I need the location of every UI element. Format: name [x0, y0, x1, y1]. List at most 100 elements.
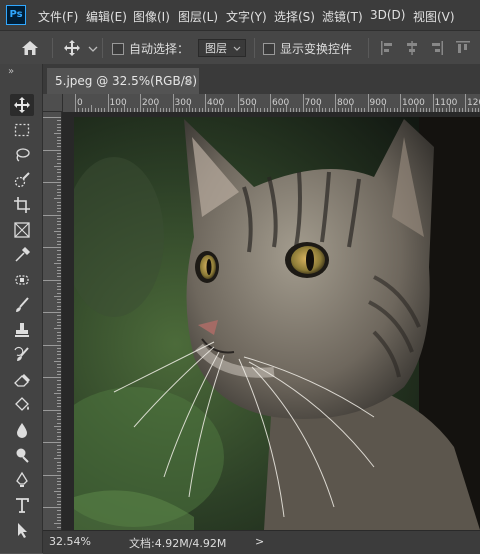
lasso-tool-icon[interactable]: [10, 144, 34, 166]
align-left-icon[interactable]: [380, 40, 394, 59]
ruler-minor-tick: [54, 230, 61, 232]
ruler-minor-tick: [57, 289, 61, 291]
ruler-major-tick: [302, 94, 304, 112]
ruler-minor-tick: [57, 468, 61, 469]
divider: [52, 38, 53, 58]
horizontal-ruler[interactable]: 0100200300400500600700800900100011001200: [63, 94, 480, 113]
ruler-minor-tick: [57, 432, 61, 434]
status-bar: 32.54% 文档:4.92M/4.92M >: [43, 530, 480, 554]
home-icon[interactable]: [20, 39, 40, 60]
menu-layer[interactable]: 图层(L): [178, 8, 218, 25]
pen-tool-icon[interactable]: [10, 469, 34, 491]
ruler-minor-tick: [57, 497, 61, 499]
canvas-area[interactable]: [62, 112, 480, 530]
move-tool-preset-icon[interactable]: [62, 39, 82, 60]
ruler-minor-tick: [43, 409, 61, 411]
ruler-minor-tick: [57, 250, 61, 252]
paint-bucket-tool-icon[interactable]: [10, 394, 34, 416]
ruler-minor-tick: [54, 458, 61, 460]
dodge-tool-icon[interactable]: [10, 444, 34, 466]
ruler-minor-tick: [57, 286, 61, 287]
menu-view[interactable]: 视图(V): [413, 8, 455, 25]
ruler-minor-tick: [54, 165, 61, 167]
ruler-origin[interactable]: [43, 94, 63, 112]
menu-image[interactable]: 图像(I): [133, 8, 170, 25]
ruler-minor-tick: [57, 185, 61, 187]
ruler-minor-tick: [54, 425, 61, 427]
document-size: 文档:4.92M/4.92M: [129, 537, 227, 550]
document-tab[interactable]: 5.jpeg @ 32.5%(RGB/8) ×: [47, 68, 199, 94]
close-icon[interactable]: ×: [183, 68, 193, 94]
ruler-minor-tick: [221, 105, 223, 112]
path-selection-tool-icon[interactable]: [10, 519, 34, 541]
ruler-minor-tick: [57, 370, 61, 372]
eyedropper-tool-icon[interactable]: [10, 244, 34, 266]
ruler-minor-tick: [57, 276, 61, 278]
menu-type[interactable]: 文字(Y): [226, 8, 267, 25]
ruler-minor-tick: [54, 198, 61, 200]
auto-select-value: 图层: [205, 42, 227, 55]
blur-tool-icon[interactable]: [10, 419, 34, 441]
ruler-minor-tick: [123, 105, 125, 112]
ruler-minor-tick: [57, 396, 61, 398]
ruler-major-tick: [465, 94, 466, 112]
ruler-minor-tick: [57, 513, 61, 515]
ruler-minor-tick: [57, 130, 61, 131]
eraser-tool-icon[interactable]: [10, 369, 34, 391]
clone-stamp-tool-icon[interactable]: [10, 319, 34, 341]
ruler-minor-tick: [57, 510, 61, 512]
ruler-major-tick: [172, 94, 174, 112]
menu-edit[interactable]: 编辑(E): [86, 8, 127, 25]
chevron-down-icon[interactable]: [88, 42, 98, 56]
cat-photo[interactable]: [74, 117, 480, 530]
auto-select-checkbox[interactable]: [112, 43, 124, 55]
ruler-minor-tick: [57, 204, 61, 206]
marquee-tool-icon[interactable]: [10, 119, 34, 141]
ruler-minor-tick: [57, 364, 61, 365]
tools-panel: »: [0, 64, 43, 553]
divider: [368, 38, 369, 58]
ruler-minor-tick: [57, 282, 61, 284]
ruler-minor-tick: [57, 325, 61, 326]
move-tool-icon[interactable]: [10, 94, 34, 116]
frame-tool-icon[interactable]: [10, 219, 34, 241]
align-top-icon[interactable]: [455, 40, 471, 59]
brush-tool-icon[interactable]: [10, 294, 34, 316]
align-horizontal-center-icon[interactable]: [405, 40, 419, 59]
ruler-minor-tick: [57, 419, 61, 421]
align-right-icon[interactable]: [430, 40, 444, 59]
zoom-level[interactable]: 32.54%: [49, 535, 91, 548]
vertical-ruler[interactable]: [43, 112, 62, 531]
ruler-minor-tick: [43, 507, 61, 508]
ruler-major-tick: [270, 94, 271, 112]
ruler-minor-tick: [57, 211, 61, 213]
ruler-minor-tick: [43, 474, 61, 476]
ruler-minor-tick: [57, 487, 61, 489]
type-tool-icon[interactable]: [10, 494, 34, 516]
quick-selection-tool-icon[interactable]: [10, 169, 34, 191]
document-tab-title: 5.jpeg @ 32.5%(RGB/8): [55, 74, 198, 88]
menu-select[interactable]: 选择(S): [274, 8, 315, 25]
auto-select-dropdown[interactable]: 图层: [198, 39, 246, 57]
ruler-minor-tick: [57, 240, 61, 242]
ruler-minor-tick: [57, 191, 61, 193]
spot-healing-tool-icon[interactable]: [10, 269, 34, 291]
menu-3d[interactable]: 3D(D): [370, 8, 405, 22]
menu-filter[interactable]: 滤镜(T): [322, 8, 363, 25]
ruler-minor-tick: [188, 105, 190, 112]
ruler-minor-tick: [43, 312, 61, 313]
ruler-major-tick: [237, 94, 239, 112]
ruler-minor-tick: [57, 315, 61, 317]
ruler-minor-tick: [57, 357, 61, 359]
divider: [254, 38, 255, 58]
ruler-minor-tick: [57, 481, 61, 482]
status-menu-arrow[interactable]: >: [255, 535, 264, 548]
ruler-tick-label: 1000: [402, 98, 425, 108]
history-brush-tool-icon[interactable]: [10, 344, 34, 366]
crop-tool-icon[interactable]: [10, 194, 34, 216]
show-transform-checkbox[interactable]: [263, 43, 275, 55]
collapse-panel-icon[interactable]: »: [8, 66, 14, 77]
menu-file[interactable]: 文件(F): [38, 8, 78, 25]
ruler-major-tick: [140, 94, 141, 112]
ruler-minor-tick: [57, 136, 61, 138]
